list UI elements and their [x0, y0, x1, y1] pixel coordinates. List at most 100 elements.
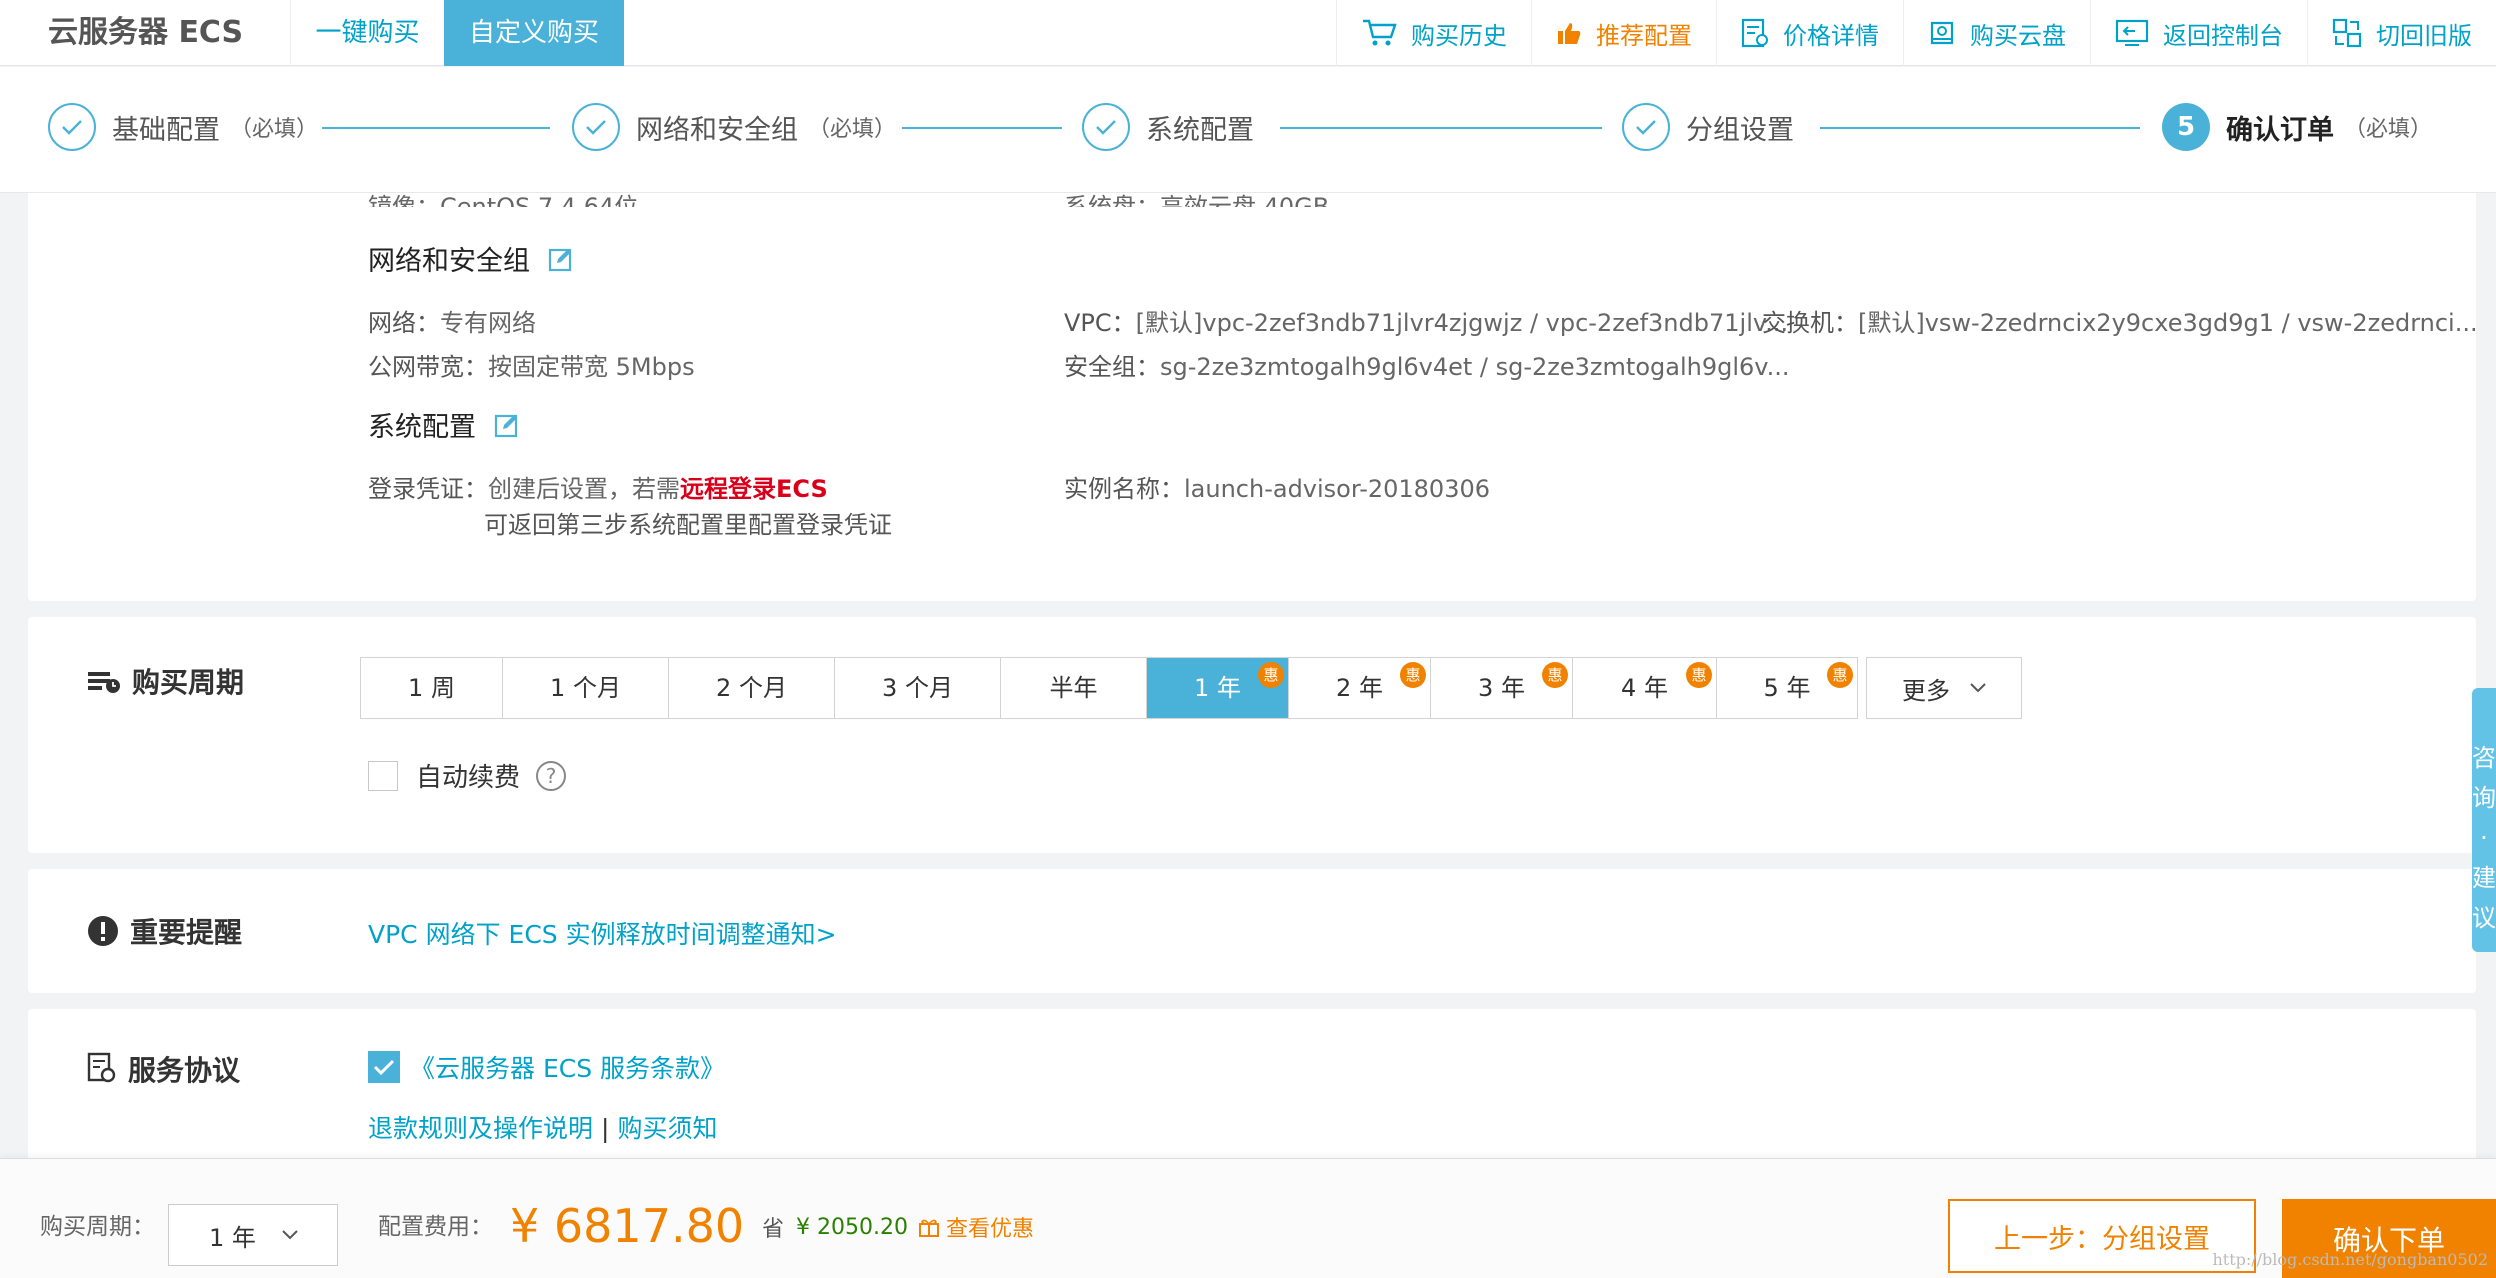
kv-value: 创建后设置，若需: [488, 475, 680, 503]
network-section-title: 网络和安全组: [368, 239, 574, 278]
period-option-3y[interactable]: 3 年惠: [1431, 658, 1573, 718]
more-periods-dropdown[interactable]: 更多: [1866, 657, 2022, 719]
period-option-4y[interactable]: 4 年惠: [1573, 658, 1717, 718]
period-option-2y[interactable]: 2 年惠: [1289, 658, 1431, 718]
agreement-row: 《云服务器 ECS 服务条款》: [368, 1049, 725, 1085]
discount-badge: 惠: [1542, 662, 1568, 688]
step-basic[interactable]: 基础配置 （必填）: [48, 102, 318, 152]
step-system[interactable]: 系统配置: [1082, 102, 1254, 152]
step-network[interactable]: 网络和安全组 （必填）: [572, 102, 896, 152]
remote-login-link[interactable]: 远程登录ECS: [680, 475, 828, 503]
refund-rules-link[interactable]: 退款规则及操作说明: [368, 1114, 593, 1143]
auto-renew-checkbox[interactable]: [368, 760, 398, 791]
nav-purchase-history[interactable]: 购买历史: [1336, 0, 1531, 66]
terms-link[interactable]: 《云服务器 ECS 服务条款》: [410, 1049, 725, 1085]
brand-title: 云服务器 ECS: [48, 15, 244, 50]
period-option-5y[interactable]: 5 年惠: [1717, 658, 1857, 718]
option-text: 4 年: [1621, 674, 1668, 702]
step-label: 分组设置: [1686, 114, 1794, 146]
prev-step-button[interactable]: 上一步：分组设置: [1948, 1199, 2256, 1273]
tab-custom-buy[interactable]: 自定义购买: [444, 0, 624, 66]
tab-quick-buy[interactable]: 一键购买: [290, 0, 444, 66]
period-options: 1 周 1 个月 2 个月 3 个月 半年 1 年惠 2 年惠 3 年惠 4 年…: [360, 657, 1858, 719]
thumb-up-icon: [1558, 23, 1581, 44]
nav-label: 切回旧版: [2376, 21, 2472, 50]
period-option-1y[interactable]: 1 年惠: [1147, 658, 1289, 718]
check-icon: [1082, 103, 1130, 151]
feedback-float-tab[interactable]: 咨询·建议: [2472, 688, 2496, 952]
step-required: （必填）: [808, 117, 897, 142]
price-list-icon: [1741, 18, 1768, 48]
option-text: 1 年: [1194, 674, 1241, 702]
instance-name: 实例名称：launch-advisor-20180306: [1064, 469, 1490, 504]
gift-icon: [918, 1219, 939, 1237]
purchase-notice-link[interactable]: 购买须知: [617, 1114, 717, 1143]
step-number: 5: [2162, 103, 2210, 151]
step-connector: [1280, 127, 1602, 129]
kv-value: [默认]vsw-2zedrncix2y9cxe3gd9g1 / vsw-2zed…: [1858, 309, 2478, 337]
kv-value: 专有网络: [440, 309, 536, 337]
document-seal-icon: [87, 1052, 116, 1083]
network-type: 网络：专有网络: [368, 303, 536, 338]
kv-label: 登录凭证：: [368, 475, 488, 503]
summary-image-clipped: 镜像：CentOS 7.4 64位: [368, 193, 639, 207]
disk-icon: [1930, 21, 1954, 45]
nav-back-console[interactable]: 返回控制台: [2090, 0, 2307, 66]
system-section-title: 系统配置: [368, 405, 520, 444]
period-option-1m[interactable]: 1 个月: [503, 658, 669, 718]
chevron-down-icon: [1970, 683, 1986, 693]
edit-icon[interactable]: [494, 412, 520, 438]
step-connector: [1820, 127, 2140, 129]
important-notice-card: 重要提醒 VPC 网络下 ECS 实例释放时间调整通知>: [28, 869, 2476, 993]
nav-label: 购买历史: [1411, 21, 1507, 50]
check-icon: [373, 1059, 395, 1076]
nav-buy-disk[interactable]: 购买云盘: [1903, 0, 2090, 66]
period-option-6m[interactable]: 半年: [1001, 658, 1147, 718]
period-option-1w[interactable]: 1 周: [361, 658, 503, 718]
back-console-icon: [2115, 19, 2149, 46]
switch-icon: [2332, 18, 2362, 48]
option-text: 5 年: [1763, 674, 1811, 702]
discount-badge: 惠: [1258, 662, 1284, 688]
summary-disk-clipped: 系统盘：高效云盘 40GB: [1064, 193, 1330, 207]
step-required: （必填）: [2344, 117, 2433, 142]
nav-label: 价格详情: [1783, 21, 1879, 50]
purchase-period-card: 购买周期 1 周 1 个月 2 个月 3 个月 半年 1 年惠 2 年惠 3 年…: [28, 617, 2476, 853]
step-label: 基础配置: [112, 114, 220, 146]
watermark-text: http://blog.csdn.net/gongban0502: [2212, 1250, 2488, 1269]
kv-label: VPC：: [1064, 309, 1136, 337]
nav-switch-old[interactable]: 切回旧版: [2307, 0, 2496, 66]
kv-label: 交换机：: [1762, 309, 1858, 337]
agreement-links: 退款规则及操作说明 | 购买须知: [368, 1109, 717, 1145]
link-separator: |: [601, 1114, 610, 1143]
period-option-2m[interactable]: 2 个月: [669, 658, 835, 718]
kv-label: 网络：: [368, 309, 440, 337]
check-icon: [1622, 103, 1670, 151]
section-title-text: 系统配置: [368, 412, 476, 443]
step-label: 系统配置: [1146, 114, 1254, 146]
agreement-checkbox[interactable]: [368, 1051, 400, 1083]
kv-value: launch-advisor-20180306: [1184, 475, 1491, 503]
savings-value: ¥ 2050.20: [796, 1214, 908, 1240]
row-label-text: 服务协议: [128, 1054, 241, 1087]
view-discount-link[interactable]: 查看优惠: [918, 1211, 1034, 1243]
cart-icon: [1363, 19, 1397, 46]
nav-price-detail[interactable]: 价格详情: [1716, 0, 1903, 66]
step-connector: [902, 127, 1062, 129]
bottom-period-label: 购买周期：: [40, 1214, 155, 1240]
period-option-3m[interactable]: 3 个月: [835, 658, 1001, 718]
bottom-period-select[interactable]: 1 年: [168, 1204, 338, 1266]
vpc-notice-link[interactable]: VPC 网络下 ECS 实例释放时间调整通知>: [368, 915, 837, 951]
total-price: ¥ 6817.80: [510, 1199, 745, 1253]
nav-label: 返回控制台: [2163, 21, 2283, 50]
help-icon[interactable]: ?: [536, 760, 567, 791]
discount-badge: 惠: [1827, 662, 1853, 688]
more-label: 更多: [1902, 676, 1950, 705]
step-group[interactable]: 分组设置: [1622, 102, 1794, 152]
kv-value: [默认]vpc-2zef3ndb71jlvr4zjgwjz / vpc-2zef…: [1135, 309, 1789, 337]
nav-recommended[interactable]: 推荐配置: [1531, 0, 1716, 66]
kv-label: 公网带宽：: [368, 353, 488, 381]
security-group-info: 安全组：sg-2ze3zmtogalh9gl6v4et / sg-2ze3zmt…: [1064, 347, 1789, 382]
savings-label: 省: [762, 1217, 785, 1242]
edit-icon[interactable]: [548, 246, 574, 272]
